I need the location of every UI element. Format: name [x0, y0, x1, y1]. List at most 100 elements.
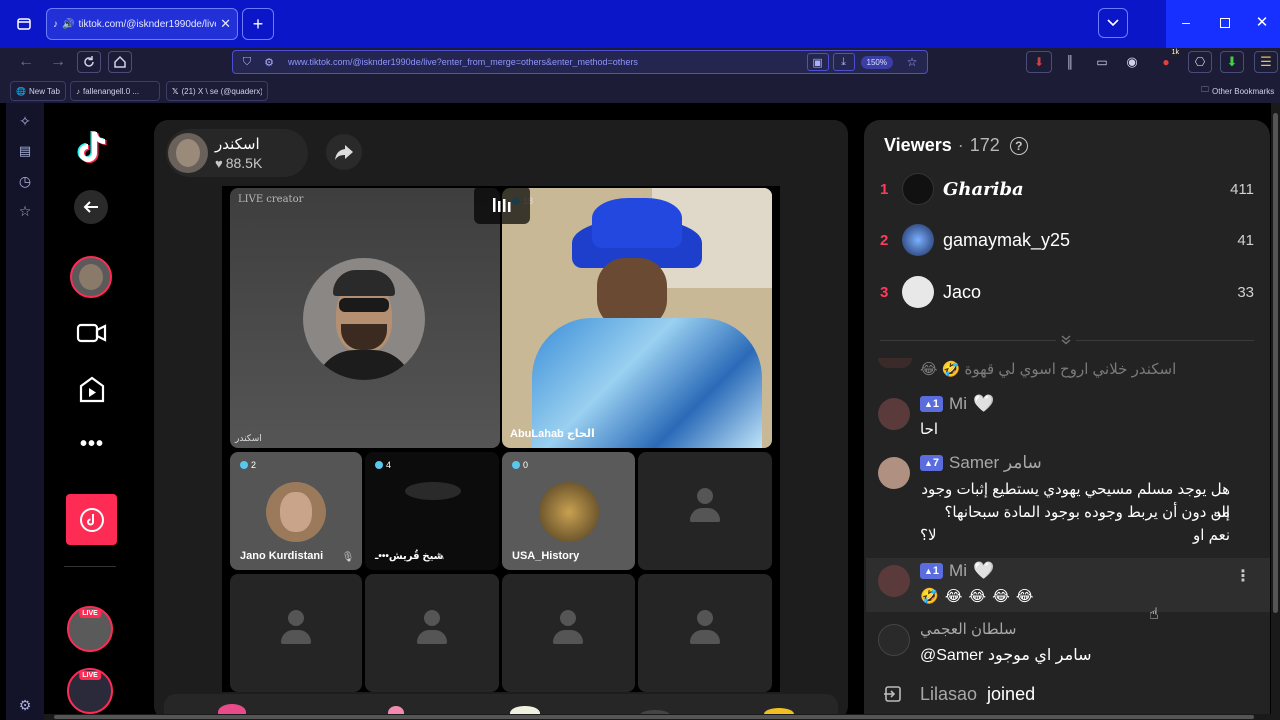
- audio-bars-button[interactable]: [474, 186, 530, 224]
- bookmark-new-tab[interactable]: 🌐 New Tab: [10, 81, 66, 101]
- share-button[interactable]: [326, 134, 362, 170]
- tiktok-app-button[interactable]: [66, 494, 117, 545]
- tab-close-icon[interactable]: ✕: [220, 16, 231, 32]
- creator-tile[interactable]: LIVE creator اسكندر: [230, 188, 500, 448]
- extension-badge-icon[interactable]: ● 1k: [1152, 49, 1180, 73]
- chat-comment[interactable]: ▲ 1 Mi 🤍 احا: [878, 394, 1258, 438]
- guest-main-name: AbuLahab الحاج: [510, 428, 595, 440]
- viewer-name: Jaco: [943, 281, 982, 302]
- level-badge: ▲ 7: [920, 455, 944, 471]
- pocket-icon[interactable]: ⬇: [1026, 51, 1052, 73]
- more-vertical-icon[interactable]: ⋮: [1235, 566, 1251, 586]
- gift-dot-icon: [375, 461, 383, 469]
- minimize-icon[interactable]: –: [1178, 14, 1194, 30]
- pip-icon[interactable]: ▣: [806, 53, 829, 71]
- viewer-row[interactable]: 3 Jaco 33: [880, 272, 1260, 312]
- chevron-down-icon[interactable]: [1056, 332, 1076, 348]
- viewer-row[interactable]: 1 Ghariba 411: [880, 169, 1260, 209]
- more-icon[interactable]: •••: [76, 432, 108, 456]
- host-avatar[interactable]: [168, 133, 208, 173]
- site-settings-icon[interactable]: ⚙: [258, 53, 280, 71]
- host-likes-count: 88.5K: [225, 155, 263, 171]
- horizontal-scrollbar[interactable]: [44, 714, 1272, 720]
- bookmark-label: (21) X \ se (@quaderx): [181, 86, 262, 96]
- empty-seat-icon: [690, 488, 720, 532]
- explore-play-icon[interactable]: [76, 374, 108, 406]
- viewer-name: Ghariba: [943, 178, 1024, 200]
- joined-notice: Lilasao joined: [880, 680, 1180, 708]
- comment-avatar: [878, 565, 910, 597]
- viewer-avatar: [902, 224, 934, 256]
- shield-icon[interactable]: ⛉: [236, 53, 258, 71]
- empty-seat[interactable]: [638, 452, 772, 570]
- extension-badge-count: 1k: [1170, 49, 1180, 56]
- ai-sparkle-icon[interactable]: ✧: [14, 110, 36, 132]
- tab-actions-icon[interactable]: [8, 8, 40, 40]
- chat-comment[interactable]: ▲ 1 Mi 🤍 🤣 😂 😂 😂 😂: [878, 561, 1258, 609]
- save-icon[interactable]: ▤: [14, 140, 36, 162]
- back-icon[interactable]: ←: [18, 53, 34, 70]
- settings-gear-icon[interactable]: ⚙: [14, 694, 36, 716]
- author-name: Samer سامر: [949, 453, 1042, 472]
- url-text[interactable]: www.tiktok.com/@isknder1990de/live?enter…: [288, 57, 807, 67]
- profile-avatar[interactable]: [70, 256, 112, 298]
- bookmarks-star-icon[interactable]: ☆: [14, 200, 36, 222]
- comment-author: سلطان العجمي: [920, 620, 1016, 638]
- empty-seat[interactable]: [502, 574, 635, 692]
- live-camera-icon[interactable]: [76, 318, 108, 348]
- comment-text-line-3: لا؟: [920, 527, 937, 544]
- home-button[interactable]: [108, 51, 132, 73]
- bookmark-star-icon[interactable]: ☆: [901, 53, 923, 71]
- empty-seat[interactable]: [638, 574, 772, 692]
- back-arrow-button[interactable]: [74, 190, 108, 224]
- live-following-avatar-2[interactable]: LIVE: [67, 668, 113, 714]
- heart-outline-icon: 🤍: [973, 394, 995, 413]
- chat-comment[interactable]: سلطان العجمي @Samer سامر اي موجود: [878, 621, 1258, 668]
- pencil-icon: ✎: [437, 551, 445, 562]
- page-scrollbar[interactable]: [1271, 103, 1280, 720]
- help-icon[interactable]: ?: [1009, 136, 1028, 155]
- other-bookmarks[interactable]: 🗀 Other Bookmarks: [1196, 81, 1279, 101]
- guest-tile-3[interactable]: 0 USA_History: [502, 452, 635, 570]
- history-icon[interactable]: ◷: [14, 170, 36, 192]
- speaker-icon[interactable]: 🔊: [62, 19, 74, 30]
- forward-icon[interactable]: →: [50, 53, 66, 70]
- account-icon[interactable]: ◉: [1120, 51, 1144, 73]
- live-following-avatar-1[interactable]: LIVE: [67, 606, 113, 652]
- extensions-icon[interactable]: ⎔: [1188, 51, 1212, 73]
- zoom-badge[interactable]: 150%: [860, 55, 893, 69]
- menu-icon[interactable]: ☰: [1254, 51, 1278, 73]
- library-icon[interactable]: ║: [1058, 51, 1082, 73]
- bookmark-x[interactable]: 𝕏 (21) X \ se (@quaderx): [166, 81, 268, 101]
- comment-avatar: [878, 398, 910, 430]
- guest-main-tile[interactable]: 18 AbuLahab الحاج: [502, 188, 772, 448]
- restore-icon[interactable]: [1220, 18, 1230, 28]
- viewer-score: 41: [1237, 231, 1254, 249]
- new-tab-button[interactable]: +: [242, 8, 274, 40]
- tab-search-icon[interactable]: [1098, 8, 1128, 38]
- guest-tile-2[interactable]: 4 شيخ قُريش•••ـ ✎: [365, 452, 499, 570]
- reload-button[interactable]: [77, 51, 101, 73]
- close-window-icon[interactable]: ✕: [1254, 13, 1270, 31]
- viewer-row[interactable]: 2 gamaymak_y25 41: [880, 220, 1260, 260]
- tiktok-logo-icon[interactable]: [72, 128, 110, 168]
- creator-tag: LIVE creator: [238, 194, 304, 205]
- sidebar-toggle-icon[interactable]: ▭: [1090, 51, 1114, 73]
- download-page-icon[interactable]: ⤓: [832, 53, 855, 71]
- empty-seat[interactable]: [365, 574, 499, 692]
- guest-tile-1[interactable]: 2 Jano Kurdistani 🎙: [230, 452, 362, 570]
- author-name: سلطان العجمي: [920, 621, 1017, 638]
- bookmark-label: New Tab: [28, 86, 60, 96]
- tiktok-favicon-icon: ♪: [76, 86, 80, 96]
- joined-user-name: Lilasao: [920, 683, 978, 704]
- scrollbar-thumb[interactable]: [1273, 113, 1278, 613]
- bookmark-fallenangell[interactable]: ♪ fallenangell.0 ...: [70, 81, 160, 101]
- empty-seat[interactable]: [230, 574, 362, 692]
- hand-cursor-icon: ☝: [1149, 606, 1159, 623]
- download-icon[interactable]: ⬇: [1220, 51, 1244, 73]
- tab-tiktok[interactable]: ♪ 🔊 tiktok.com/@isknder1990de/live? ✕: [46, 8, 238, 40]
- address-bar[interactable]: ⛉ ⚙ www.tiktok.com/@isknder1990de/live?e…: [232, 50, 928, 74]
- chat-comment[interactable]: ▲ 7 Samer سامر هل يوجد مسلم مسيحي يهودي ي…: [878, 453, 1258, 549]
- horizontal-scrollbar-thumb[interactable]: [54, 715, 1254, 719]
- creator-name: اسكندر: [235, 433, 262, 443]
